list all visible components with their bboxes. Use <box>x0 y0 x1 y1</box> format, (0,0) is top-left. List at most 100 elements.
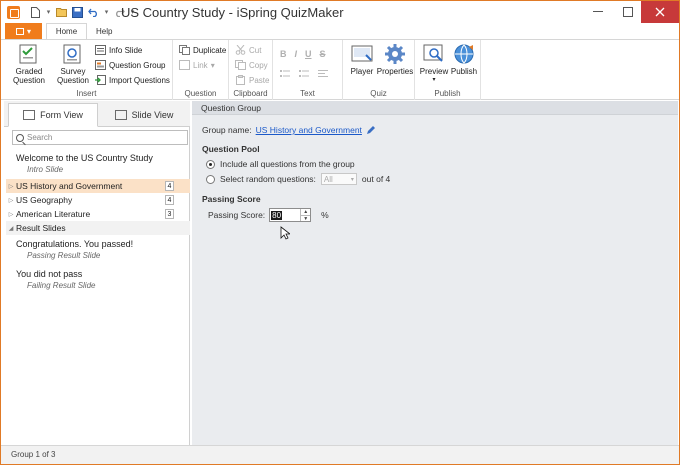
player-button[interactable]: Player <box>348 43 376 76</box>
search-icon <box>16 133 24 142</box>
undo-icon[interactable] <box>87 5 100 19</box>
preview-icon <box>422 43 446 65</box>
cut-button[interactable]: Cut <box>235 44 261 56</box>
strikethrough-button[interactable]: S <box>320 49 326 59</box>
chevron-down-icon: ▾ <box>432 77 436 83</box>
align-icon[interactable] <box>318 69 328 78</box>
ribbon-group-label: Clipboard <box>233 89 268 98</box>
open-icon[interactable] <box>55 5 68 19</box>
file-menu-icon <box>15 27 24 35</box>
tree-group-us-geography[interactable]: ▷ US Geography 4 <box>6 193 190 207</box>
ribbon-group-label: Text <box>300 89 315 98</box>
result-slide-failed[interactable]: You did not pass Failing Result Slide <box>16 269 95 290</box>
window-title: US Country Study - iSpring QuizMaker <box>121 5 344 20</box>
tab-help[interactable]: Help <box>87 23 121 39</box>
group-name-link[interactable]: US History and Government <box>256 125 362 135</box>
include-all-radio[interactable] <box>206 159 215 169</box>
player-icon <box>350 43 374 65</box>
result-slide-passed[interactable]: Congratulations. You passed! Passing Res… <box>16 239 133 260</box>
expand-arrow-icon[interactable]: ▷ <box>6 183 16 190</box>
passing-score-unit: % <box>321 210 329 220</box>
graded-question-button[interactable]: Graded Question <box>9 43 49 85</box>
tree-group-american-literature[interactable]: ▷ American Literature 3 <box>6 207 190 221</box>
import-questions-icon <box>95 75 106 85</box>
publish-label: Publish <box>450 67 478 76</box>
ribbon: Graded Question Survey Question Info Sli… <box>1 39 679 100</box>
ribbon-group-question: Duplicate Link ▾ Question <box>173 40 229 100</box>
preview-label: Preview <box>419 67 449 76</box>
expand-arrow-icon[interactable]: ▷ <box>6 197 16 204</box>
import-questions-button[interactable]: Import Questions <box>95 74 170 86</box>
tree-result-slides-header[interactable]: ◢ Result Slides <box>6 221 190 235</box>
text-format-row: B I U S <box>280 49 326 59</box>
pencil-icon[interactable] <box>366 125 376 135</box>
new-dropdown-icon[interactable]: ▾ <box>45 5 52 19</box>
tree-group-label: American Literature <box>16 209 91 219</box>
question-group-editor: Question Group Group name: US History an… <box>192 101 678 445</box>
stepper-down-icon[interactable]: ▼ <box>301 216 310 222</box>
random-count-dropdown[interactable]: All ▾ <box>320 173 357 185</box>
bullet-list-icon[interactable] <box>280 69 290 78</box>
new-icon[interactable] <box>29 5 42 19</box>
search-input[interactable] <box>27 133 177 142</box>
tab-home[interactable]: Home <box>46 23 87 39</box>
tab-slide-view-label: Slide View <box>131 110 174 120</box>
passing-score-value[interactable]: 80 <box>271 210 283 220</box>
paste-button[interactable]: Paste <box>235 74 269 86</box>
info-slide-icon <box>95 45 106 55</box>
close-button[interactable] <box>641 1 679 23</box>
link-button[interactable]: Link ▾ <box>179 59 215 71</box>
italic-button[interactable]: I <box>295 49 298 59</box>
copy-button[interactable]: Copy <box>235 59 268 71</box>
select-random-option[interactable]: Select random questions: All ▾ out of 4 <box>206 173 390 185</box>
collapse-arrow-icon[interactable]: ◢ <box>6 225 16 232</box>
paste-label: Paste <box>249 75 270 85</box>
tree-group-label: US Geography <box>16 195 73 205</box>
intro-slide-subtitle: Intro Slide <box>27 165 64 174</box>
passing-score-label: Passing Score: <box>208 210 266 220</box>
search-box[interactable] <box>12 130 188 145</box>
minimize-button[interactable] <box>585 1 611 23</box>
select-random-radio[interactable] <box>206 174 215 184</box>
question-count-badge: 4 <box>165 181 174 191</box>
graded-question-icon <box>17 43 41 65</box>
paste-icon <box>235 75 246 85</box>
tree-group-us-history[interactable]: ▷ US History and Government 4 <box>6 179 190 193</box>
info-slide-button[interactable]: Info Slide <box>95 44 142 56</box>
preview-button[interactable]: Preview ▾ <box>420 43 448 85</box>
question-pool-title: Question Pool <box>202 144 260 154</box>
file-menu-button[interactable]: ▾ <box>5 23 42 39</box>
app-logo-icon[interactable] <box>7 6 20 19</box>
properties-button[interactable]: Properties <box>377 43 413 76</box>
underline-button[interactable]: U <box>305 49 312 59</box>
editor-header: Question Group <box>192 101 678 115</box>
publish-button[interactable]: Publish <box>449 43 479 76</box>
gear-icon <box>383 43 407 65</box>
passing-score-stepper[interactable]: 80 ▲ ▼ <box>269 208 312 222</box>
save-icon[interactable] <box>71 5 84 19</box>
survey-question-button[interactable]: Survey Question <box>53 43 93 85</box>
duplicate-button[interactable]: Duplicate <box>179 44 226 56</box>
stepper-up-icon[interactable]: ▲ <box>301 209 311 216</box>
question-group-button[interactable]: Question Group <box>95 59 165 71</box>
ribbon-tabs: ▾ Home Help <box>1 23 679 39</box>
group-name-row: Group name: US History and Government <box>202 125 376 135</box>
maximize-button[interactable] <box>615 1 641 23</box>
mouse-cursor-icon <box>280 226 290 240</box>
bold-button[interactable]: B <box>280 49 287 59</box>
copy-label: Copy <box>249 60 268 70</box>
expand-arrow-icon[interactable]: ▷ <box>6 211 16 218</box>
tab-form-view[interactable]: Form View <box>8 103 98 127</box>
quick-access-toolbar: ▾ ▾ ▾ <box>29 4 136 20</box>
undo-dropdown-icon[interactable]: ▾ <box>103 5 110 19</box>
ribbon-group-insert: Graded Question Survey Question Info Sli… <box>1 40 173 100</box>
tab-slide-view[interactable]: Slide View <box>100 103 188 127</box>
stepper-arrows: ▲ ▼ <box>300 209 311 222</box>
chevron-down-icon: ▾ <box>210 60 215 70</box>
intro-slide-item[interactable]: Welcome to the US Country Study Intro Sl… <box>16 153 153 174</box>
numbered-list-icon[interactable] <box>299 69 309 78</box>
include-all-option[interactable]: Include all questions from the group <box>206 159 355 169</box>
ribbon-group-clipboard: Cut Copy Paste Clipboard <box>229 40 273 100</box>
copy-icon <box>235 60 246 70</box>
info-slide-label: Info Slide <box>109 45 143 55</box>
